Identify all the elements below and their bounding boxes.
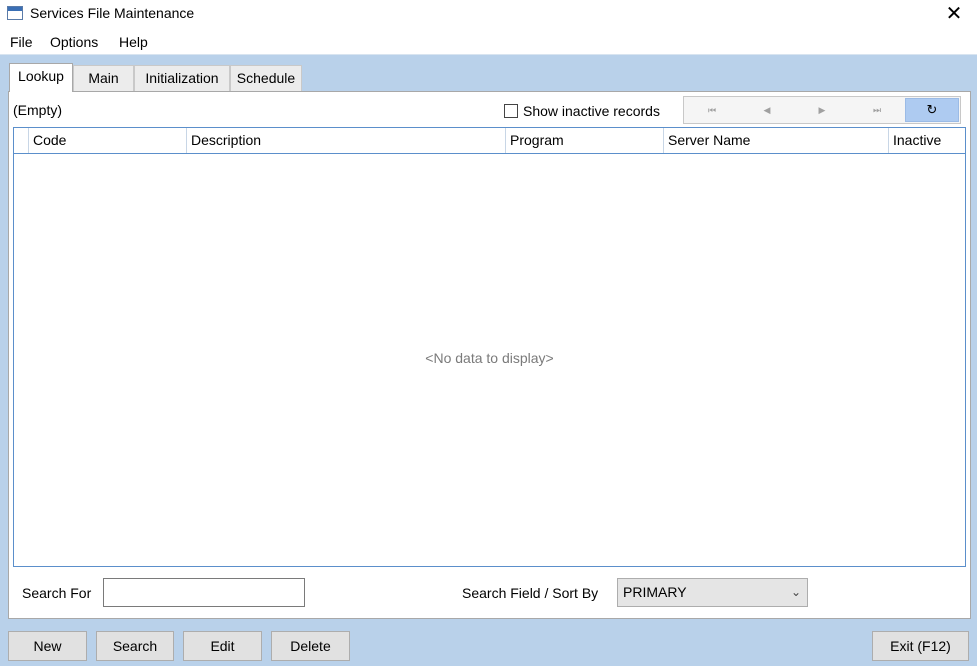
sort-by-value: PRIMARY	[623, 584, 687, 600]
menu-help[interactable]: Help	[119, 34, 148, 50]
tab-schedule[interactable]: Schedule	[230, 65, 302, 91]
menu-options[interactable]: Options	[50, 34, 98, 50]
tab-lookup[interactable]: Lookup	[9, 63, 73, 92]
menu-bar: File Options Help	[0, 30, 977, 54]
tab-initialization[interactable]: Initialization	[134, 65, 230, 91]
show-inactive-label: Show inactive records	[523, 103, 660, 119]
record-status-label: (Empty)	[13, 102, 62, 118]
new-button[interactable]: New	[8, 631, 87, 661]
last-record-button[interactable]: ⏭	[850, 98, 904, 122]
sort-by-label: Search Field / Sort By	[462, 585, 599, 601]
sort-by-select[interactable]: PRIMARY ⌄	[617, 578, 808, 607]
column-header-description[interactable]: Description	[186, 128, 505, 153]
services-grid[interactable]: Code Description Program Server Name Ina…	[13, 127, 966, 567]
first-record-button[interactable]: ⏮	[685, 98, 739, 122]
window-title: Services File Maintenance	[30, 5, 195, 21]
grid-header: Code Description Program Server Name Ina…	[14, 128, 965, 154]
app-window-icon	[7, 6, 23, 20]
show-inactive-checkbox[interactable]	[504, 104, 518, 118]
search-for-label: Search For	[22, 585, 92, 601]
next-record-button[interactable]: ▶	[795, 98, 849, 122]
delete-button[interactable]: Delete	[271, 631, 350, 661]
search-button[interactable]: Search	[96, 631, 174, 661]
refresh-button[interactable]: ↻	[905, 98, 959, 122]
no-data-message: <No data to display>	[425, 350, 554, 366]
column-header-program[interactable]: Program	[505, 128, 663, 153]
show-inactive-toggle[interactable]: Show inactive records	[504, 103, 660, 119]
chevron-down-icon: ⌄	[790, 585, 801, 599]
exit-button[interactable]: Exit (F12)	[872, 631, 969, 661]
column-header-code[interactable]: Code	[28, 128, 186, 153]
search-for-input[interactable]	[103, 578, 305, 607]
menu-file[interactable]: File	[10, 34, 33, 50]
tab-main[interactable]: Main	[73, 65, 134, 91]
close-window-button[interactable]: ✕	[931, 0, 977, 30]
column-header-server-name[interactable]: Server Name	[663, 128, 888, 153]
column-header-inactive[interactable]: Inactive	[888, 128, 965, 153]
edit-button[interactable]: Edit	[183, 631, 262, 661]
title-bar: Services File Maintenance ✕	[0, 0, 977, 30]
client-area: Lookup Main Initialization Schedule (Emp…	[0, 54, 977, 666]
lookup-panel: (Empty) Show inactive records ⏮ ◀ ▶ ⏭ ↻ …	[8, 91, 971, 619]
previous-record-button[interactable]: ◀	[740, 98, 794, 122]
record-navigator: ⏮ ◀ ▶ ⏭ ↻	[683, 96, 961, 124]
